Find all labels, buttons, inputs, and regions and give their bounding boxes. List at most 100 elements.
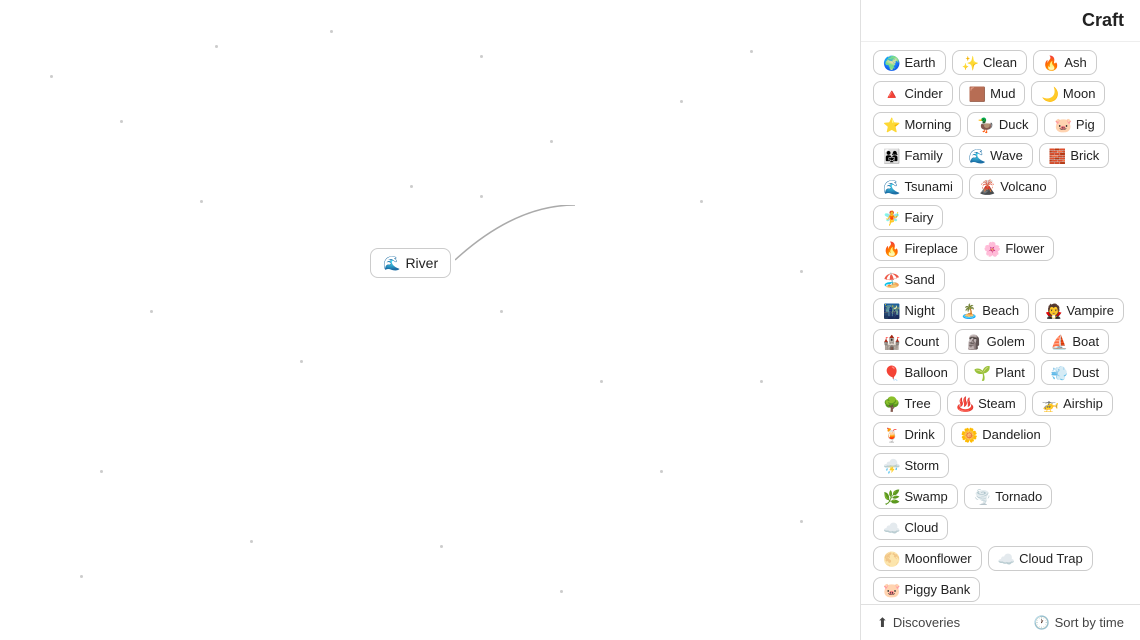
item-badge-duck[interactable]: 🦆Duck: [967, 112, 1038, 137]
canvas-dot: [150, 310, 153, 313]
item-badge-clean[interactable]: ✨Clean: [952, 50, 1027, 75]
item-badge-earth[interactable]: 🌍Earth: [873, 50, 946, 75]
canvas-dot: [760, 380, 763, 383]
item-icon: 🌋: [979, 180, 996, 194]
river-node[interactable]: 🌊 River: [370, 248, 451, 278]
item-icon: 🌙: [1041, 87, 1058, 101]
item-icon: ⛵: [1051, 335, 1068, 349]
item-badge-tornado[interactable]: 🌪️Tornado: [964, 484, 1052, 509]
item-label: Tsunami: [904, 179, 952, 194]
item-badge-tree[interactable]: 🌳Tree: [873, 391, 941, 416]
item-badge-sand[interactable]: 🏖️Sand: [873, 267, 945, 292]
item-badge-piggy-bank[interactable]: 🐷Piggy Bank: [873, 577, 980, 602]
item-icon: ⭐: [883, 118, 900, 132]
canvas-dot: [800, 270, 803, 273]
items-row: 🏰Count🗿Golem ⛵ Boat: [873, 329, 1128, 354]
item-badge-cloud-trap[interactable]: ☁️ Cloud Trap: [988, 546, 1093, 571]
item-icon: 🌸: [984, 242, 1001, 256]
item-label: Pig: [1076, 117, 1095, 132]
item-badge-plant[interactable]: 🌱Plant: [964, 360, 1035, 385]
item-badge-moon[interactable]: 🌙Moon: [1031, 81, 1105, 106]
item-icon: 🔥: [883, 242, 900, 256]
item-badge-airship[interactable]: 🚁Airship: [1032, 391, 1113, 416]
item-badge-night[interactable]: 🌃Night: [873, 298, 945, 323]
item-badge-drink[interactable]: 🍹Drink: [873, 422, 945, 447]
items-row: 🎈Balloon🌱Plant💨Dust: [873, 360, 1128, 385]
canvas-dot: [480, 55, 483, 58]
item-badge-dandelion[interactable]: 🌼Dandelion: [951, 422, 1051, 447]
canvas-dot: [410, 185, 413, 188]
items-row: 🌍Earth✨Clean🔥Ash: [873, 50, 1128, 75]
craft-title: Craft: [1082, 10, 1124, 30]
item-badge-flower[interactable]: 🌸 Flower: [974, 236, 1054, 261]
item-badge-ash[interactable]: 🔥Ash: [1033, 50, 1097, 75]
canvas-dot: [560, 590, 563, 593]
item-icon: ☁️: [998, 552, 1015, 566]
item-label: Steam: [978, 396, 1016, 411]
item-icon: 🌊: [883, 180, 900, 194]
item-badge-cloud[interactable]: ☁️Cloud: [873, 515, 948, 540]
canvas-dot: [750, 50, 753, 53]
item-label: Clean: [983, 55, 1017, 70]
river-label: River: [405, 255, 438, 271]
canvas-dot: [600, 380, 603, 383]
item-badge-tsunami[interactable]: 🌊 Tsunami: [873, 174, 963, 199]
item-badge-vampire[interactable]: 🧛Vampire: [1035, 298, 1124, 323]
item-badge-fireplace[interactable]: 🔥Fireplace: [873, 236, 968, 261]
items-container[interactable]: 🌍Earth✨Clean🔥Ash🔺Cinder🟫Mud🌙Moon⭐Morning…: [861, 42, 1140, 604]
canvas-dot: [700, 200, 703, 203]
discoveries-button[interactable]: ⬆ Discoveries: [877, 615, 960, 631]
item-label: Storm: [904, 458, 939, 473]
item-icon: 🌊: [969, 149, 986, 163]
river-icon: 🌊: [383, 256, 400, 270]
canvas-area[interactable]: 🌊 River: [0, 0, 860, 640]
item-badge-pig[interactable]: 🐷Pig: [1044, 112, 1104, 137]
item-badge-golem[interactable]: 🗿Golem: [955, 329, 1035, 354]
item-icon: 🧚: [883, 211, 900, 225]
item-label: Ash: [1064, 55, 1086, 70]
sort-button[interactable]: 🕐 Sort by time: [1033, 615, 1124, 631]
item-badge-moonflower[interactable]: 🌕Moonflower: [873, 546, 982, 571]
item-badge-brick[interactable]: 🧱Brick: [1039, 143, 1109, 168]
item-label: Brick: [1070, 148, 1099, 163]
item-icon: ⛈️: [883, 459, 900, 473]
item-label: Dust: [1072, 365, 1099, 380]
item-icon: 🐷: [883, 583, 900, 597]
canvas-dot: [300, 360, 303, 363]
item-badge-volcano[interactable]: 🌋 Volcano: [969, 174, 1057, 199]
item-icon: 🌃: [883, 304, 900, 318]
item-label: Volcano: [1000, 179, 1046, 194]
item-label: Cinder: [904, 86, 942, 101]
item-badge-swamp[interactable]: 🌿Swamp: [873, 484, 958, 509]
item-icon: 🧛: [1045, 304, 1062, 318]
item-badge-family[interactable]: 👨‍👩‍👧Family: [873, 143, 953, 168]
item-badge-dust[interactable]: 💨Dust: [1041, 360, 1109, 385]
items-row: 🌃Night🏝️Beach🧛Vampire: [873, 298, 1128, 323]
items-row: 🌕Moonflower ☁️ Cloud Trap 🐷Piggy Bank: [873, 546, 1128, 602]
item-label: Cloud Trap: [1019, 551, 1083, 566]
item-label: Boat: [1072, 334, 1099, 349]
item-label: Duck: [999, 117, 1029, 132]
item-badge-count[interactable]: 🏰Count: [873, 329, 949, 354]
canvas-dot: [200, 200, 203, 203]
items-row: 👨‍👩‍👧Family🌊Wave🧱Brick: [873, 143, 1128, 168]
item-badge-fairy[interactable]: 🧚Fairy: [873, 205, 943, 230]
item-badge-morning[interactable]: ⭐Morning: [873, 112, 961, 137]
items-row: 🔥Fireplace 🌸 Flower 🏖️Sand: [873, 236, 1128, 292]
item-label: Flower: [1005, 241, 1044, 256]
canvas-dot: [215, 45, 218, 48]
item-badge-beach[interactable]: 🏝️Beach: [951, 298, 1029, 323]
item-badge-balloon[interactable]: 🎈Balloon: [873, 360, 958, 385]
item-label: Mud: [990, 86, 1015, 101]
canvas-dot: [120, 120, 123, 123]
item-badge-steam[interactable]: ♨️Steam: [947, 391, 1026, 416]
item-badge-cinder[interactable]: 🔺Cinder: [873, 81, 953, 106]
item-badge-boat[interactable]: ⛵ Boat: [1041, 329, 1109, 354]
item-badge-mud[interactable]: 🟫Mud: [959, 81, 1026, 106]
item-badge-storm[interactable]: ⛈️ Storm: [873, 453, 949, 478]
item-badge-wave[interactable]: 🌊Wave: [959, 143, 1033, 168]
item-icon: 🍹: [883, 428, 900, 442]
bottom-bar: ⬆ Discoveries 🕐 Sort by time: [861, 604, 1140, 640]
item-icon: 🌍: [883, 56, 900, 70]
canvas-dot: [100, 470, 103, 473]
